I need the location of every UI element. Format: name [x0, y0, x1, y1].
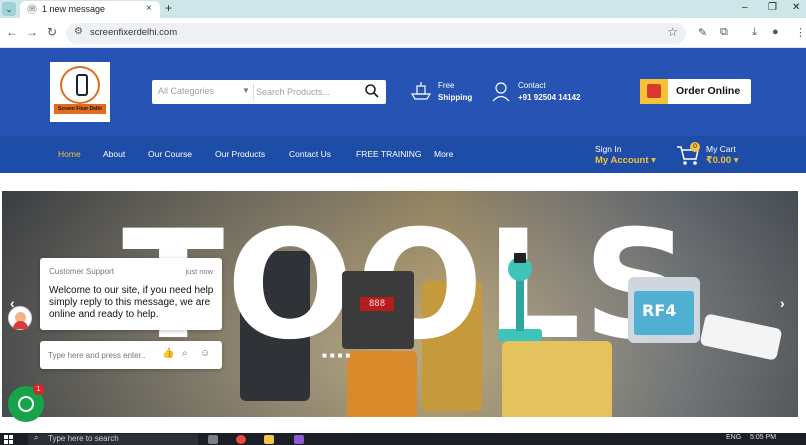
chat-sender: Customer Support [49, 267, 114, 276]
contact-phone[interactable]: +91 92504 14142 [518, 93, 581, 102]
emoji-icon[interactable]: ☺ [200, 348, 210, 359]
nav-home[interactable]: Home [58, 149, 81, 159]
chrome-icon[interactable] [236, 435, 246, 444]
pen-extension-icon[interactable]: ✎ [698, 26, 707, 39]
support-avatar [8, 306, 32, 330]
os-taskbar: ⌕ Type here to search ENG 5:05 PM [0, 433, 806, 445]
rf4-label: RF4 [642, 301, 677, 320]
browser-toolbar: ← → ↻ ⚙ screenfixerdelhi.com ☆ ✎ ⧉ ⤓ ● ⋮ [0, 18, 806, 48]
cart-total[interactable]: ₹0.00 ▾ [706, 155, 739, 166]
site-header: Screen Fixer Delhi All Categories ▼ Free… [0, 48, 806, 136]
shipping-label: Free [438, 81, 455, 90]
order-icon [640, 79, 668, 104]
hot-air-station-image: 888 [342, 271, 414, 349]
cart-count-badge: 0 [690, 142, 700, 152]
nav-contact-us[interactable]: Contact Us [289, 149, 331, 159]
product-search-bar: All Categories ▼ [152, 80, 386, 104]
nav-about[interactable]: About [103, 149, 125, 159]
task-view-icon[interactable] [208, 435, 218, 444]
chat-input-box: 👍 ⌕ ☺ [40, 341, 222, 369]
attachment-icon[interactable]: ⌕ [182, 348, 188, 359]
slider-dots[interactable]: ■■■■ [322, 351, 353, 360]
visual-studio-icon[interactable] [294, 435, 304, 444]
rf4-device-image: RF4 [628, 277, 700, 343]
tab-favicon-icon: ✉ [27, 4, 37, 14]
browser-tab[interactable]: ✉ 1 new message × [20, 1, 160, 18]
chat-unread-badge: 1 [33, 384, 44, 395]
tab-search-icon[interactable]: ⌄ [2, 2, 16, 16]
minimize-button[interactable]: – [742, 2, 748, 13]
taskbar-search-text: Type here to search [48, 434, 119, 443]
tab-title: 1 new message [42, 4, 106, 14]
sign-in-label[interactable]: Sign In [595, 144, 621, 154]
category-select[interactable]: All Categories [158, 86, 214, 96]
main-navigation: Home About Our Course Our Products Conta… [0, 136, 806, 173]
restore-button[interactable]: ❐ [768, 2, 777, 13]
chat-time: just now [185, 267, 213, 276]
language-indicator[interactable]: ENG [726, 434, 741, 441]
station-display: 888 [360, 297, 394, 311]
taskbar-search[interactable]: ⌕ Type here to search [28, 433, 198, 445]
search-icon[interactable] [364, 83, 380, 99]
clock[interactable]: 5:05 PM [750, 434, 776, 441]
slider-next-icon[interactable]: › [780, 295, 785, 311]
chat-reply-input[interactable] [48, 347, 152, 363]
search-input[interactable] [256, 83, 356, 101]
logo-text: Screen Fixer Delhi [54, 104, 106, 114]
tab-close-icon[interactable]: × [146, 3, 152, 14]
thumbs-up-icon[interactable]: 👍 [162, 348, 174, 359]
shipping-icon [410, 82, 432, 100]
support-agent-icon [492, 82, 510, 102]
reload-button[interactable]: ↻ [47, 25, 57, 39]
close-window-button[interactable]: ✕ [792, 2, 800, 13]
download-icon[interactable]: ⤓ [752, 26, 757, 39]
contact-label: Contact [518, 81, 546, 90]
site-logo[interactable]: Screen Fixer Delhi [50, 62, 110, 122]
chevron-down-icon[interactable]: ▼ [242, 86, 250, 95]
profile-avatar[interactable]: ● [772, 26, 779, 38]
my-account-dropdown[interactable]: My Account ▾ [595, 155, 656, 166]
shipping-value: Shipping [438, 93, 473, 102]
forward-button[interactable]: → [26, 25, 38, 39]
nav-our-products[interactable]: Our Products [215, 149, 265, 159]
site-settings-icon[interactable]: ⚙ [74, 26, 83, 37]
search-divider [253, 83, 254, 101]
windows-start-icon[interactable] [4, 435, 13, 444]
browser-menu-icon[interactable]: ⋮ [795, 26, 806, 39]
browser-tab-strip: ⌄ ✉ 1 new message × + – ❐ ✕ [0, 0, 806, 18]
nav-more[interactable]: More [434, 149, 453, 159]
chat-message-card[interactable]: Customer Support just now Welcome to our… [40, 258, 222, 330]
file-explorer-icon[interactable] [264, 435, 274, 444]
my-cart-label[interactable]: My Cart [706, 144, 736, 154]
order-online-button[interactable]: Order Online [640, 79, 751, 104]
extensions-icon[interactable]: ⧉ [720, 26, 728, 39]
search-icon: ⌕ [34, 433, 39, 442]
nav-our-course[interactable]: Our Course [148, 149, 192, 159]
chat-message-text: Welcome to our site, if you need help si… [49, 285, 214, 320]
nav-free-training[interactable]: FREE TRAINING [356, 149, 422, 159]
logo-phone-icon [76, 74, 88, 96]
microscope-image [498, 253, 542, 341]
logo-emblem-icon [60, 66, 100, 104]
back-button[interactable]: ← [6, 25, 18, 39]
url-text: screenfixerdelhi.com [90, 27, 178, 38]
bookmark-star-icon[interactable]: ☆ [667, 25, 678, 39]
address-bar[interactable]: ⚙ screenfixerdelhi.com ☆ [66, 23, 686, 44]
new-tab-button[interactable]: + [165, 1, 172, 15]
order-online-label: Order Online [676, 85, 741, 97]
